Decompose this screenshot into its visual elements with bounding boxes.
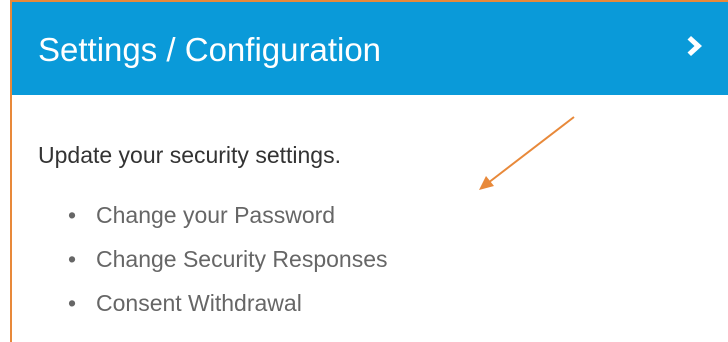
bullet: • bbox=[68, 202, 77, 228]
panel-title: Settings / Configuration bbox=[38, 31, 382, 68]
list-item-change-security-responses: • Change Security Responses bbox=[68, 245, 388, 289]
intro-text: Update your security settings. bbox=[38, 142, 341, 168]
consent-withdrawal-link[interactable]: Consent Withdrawal bbox=[90, 289, 302, 317]
change-security-responses-link[interactable]: Change Security Responses bbox=[90, 245, 388, 273]
security-links-list: • Change your Password • Change Security… bbox=[68, 201, 388, 333]
bullet: • bbox=[68, 246, 77, 272]
panel-header[interactable]: Settings / Configuration bbox=[12, 2, 728, 95]
change-password-link[interactable]: Change your Password bbox=[90, 201, 335, 229]
chevron-right-icon[interactable] bbox=[684, 34, 708, 58]
list-item-consent-withdrawal: • Consent Withdrawal bbox=[68, 289, 388, 333]
settings-panel: Settings / Configuration Update your sec… bbox=[10, 0, 728, 342]
bullet: • bbox=[68, 290, 77, 316]
list-item-change-password: • Change your Password bbox=[68, 201, 388, 245]
panel-body: Update your security settings. • Change … bbox=[12, 95, 728, 342]
